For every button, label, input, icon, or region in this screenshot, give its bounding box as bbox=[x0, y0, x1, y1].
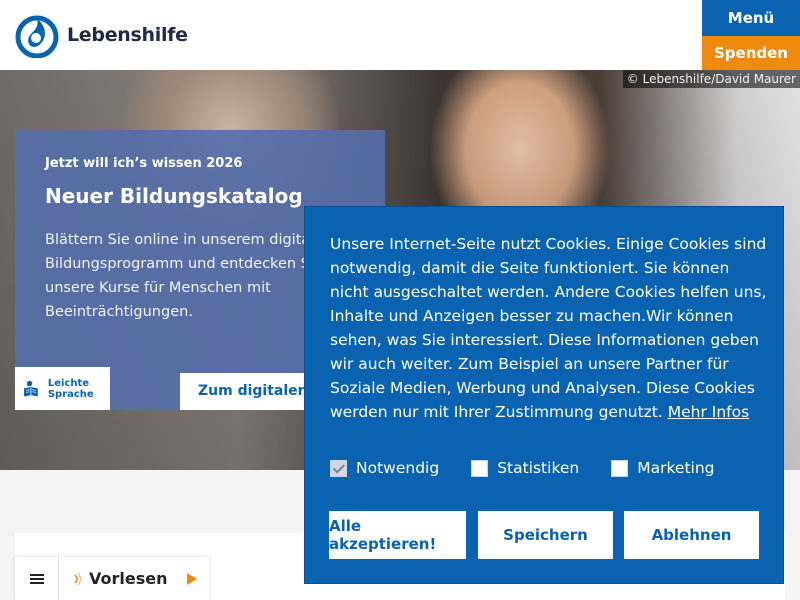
reject-button[interactable]: Ablehnen bbox=[624, 511, 759, 559]
option-label: Notwendig bbox=[356, 459, 440, 477]
more-info-link[interactable]: Mehr Infos bbox=[668, 403, 749, 421]
logo-text: Lebenshilfe bbox=[67, 24, 188, 46]
cookie-options: Notwendig Statistiken Marketing bbox=[330, 459, 747, 477]
play-icon[interactable] bbox=[186, 572, 198, 586]
logo[interactable]: Lebenshilfe bbox=[14, 12, 188, 58]
read-aloud-label: Vorlesen bbox=[89, 569, 168, 588]
read-aloud-menu-button[interactable] bbox=[15, 557, 59, 600]
statistics-checkbox[interactable] bbox=[471, 459, 489, 477]
option-marketing[interactable]: Marketing bbox=[611, 459, 715, 477]
option-label: Marketing bbox=[637, 459, 715, 477]
lebenshilfe-logo-icon bbox=[15, 15, 59, 58]
site-header: Lebenshilfe Menü Spenden bbox=[0, 0, 800, 70]
promo-kicker: Jetzt will ich’s wissen 2026 bbox=[45, 156, 243, 171]
easy-language-label: Leichte Sprache bbox=[47, 377, 94, 400]
accept-all-button[interactable]: Alle akzeptieren! bbox=[329, 511, 466, 559]
easy-language-button[interactable]: Leichte Sprache bbox=[15, 367, 110, 410]
option-label: Statistiken bbox=[497, 459, 580, 477]
sound-wave-icon bbox=[74, 572, 82, 585]
cookie-text: Unsere Internet-Seite nutzt Cookies. Ein… bbox=[330, 232, 770, 424]
option-necessary: Notwendig bbox=[330, 459, 439, 477]
easy-language-icon bbox=[24, 380, 38, 397]
cookie-banner: Unsere Internet-Seite nutzt Cookies. Ein… bbox=[304, 206, 784, 584]
save-button[interactable]: Speichern bbox=[478, 511, 613, 559]
option-statistics[interactable]: Statistiken bbox=[471, 459, 579, 477]
marketing-checkbox[interactable] bbox=[611, 459, 629, 477]
read-aloud-widget[interactable]: Vorlesen bbox=[15, 557, 209, 600]
necessary-checkbox bbox=[330, 459, 347, 477]
cookie-message: Unsere Internet-Seite nutzt Cookies. Ein… bbox=[330, 235, 767, 421]
menu-button[interactable]: Menü bbox=[702, 0, 800, 36]
promo-title: Neuer Bildungskatalog bbox=[45, 184, 303, 208]
donate-button[interactable]: Spenden bbox=[702, 36, 800, 70]
photo-credit: © Lebenshilfe/David Maurer bbox=[622, 70, 800, 88]
hamburger-icon bbox=[29, 573, 44, 584]
